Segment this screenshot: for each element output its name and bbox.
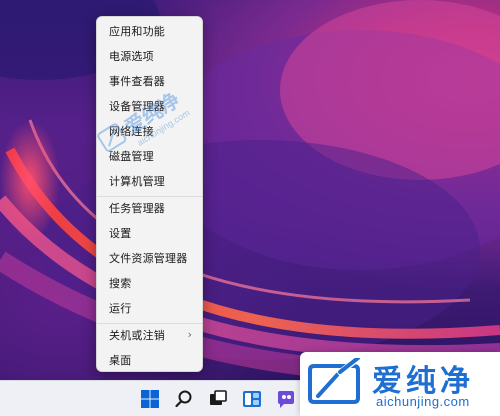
- menu-item-shutdown-signout[interactable]: 关机或注销 ›: [101, 324, 198, 346]
- menu-item-run[interactable]: 运行: [101, 297, 198, 319]
- menu-item-label: 设置: [109, 227, 132, 240]
- menu-item-task-manager[interactable]: 任务管理器: [101, 197, 198, 219]
- desktop-wallpaper: [0, 0, 500, 380]
- menu-item-label: 运行: [109, 302, 132, 315]
- menu-item-network-connections[interactable]: 网络连接: [101, 120, 198, 142]
- search-icon[interactable]: [172, 387, 196, 411]
- menu-item-search[interactable]: 搜索: [101, 272, 198, 294]
- menu-item-label: 应用和功能: [109, 25, 165, 38]
- menu-item-label: 设备管理器: [109, 100, 165, 113]
- menu-item-computer-management[interactable]: 计算机管理: [101, 170, 198, 192]
- menu-item-label: 桌面: [109, 354, 132, 367]
- task-view-icon[interactable]: [206, 387, 230, 411]
- logo-url: aichunjing.com: [376, 394, 470, 409]
- menu-item-label: 计算机管理: [109, 175, 165, 188]
- menu-item-label: 事件查看器: [109, 75, 165, 88]
- chat-icon[interactable]: [274, 387, 298, 411]
- start-context-menu: 应用和功能 电源选项 事件查看器 设备管理器 网络连接 磁盘管理 计算机管理 任…: [96, 16, 203, 372]
- menu-item-apps-features[interactable]: 应用和功能: [101, 20, 198, 42]
- wallpaper-bloom-graphic: [0, 0, 500, 380]
- menu-item-power-options[interactable]: 电源选项: [101, 45, 198, 67]
- menu-item-label: 磁盘管理: [109, 150, 154, 163]
- widgets-icon[interactable]: [240, 387, 264, 411]
- menu-item-settings[interactable]: 设置: [101, 222, 198, 244]
- menu-item-label: 任务管理器: [109, 202, 165, 215]
- menu-item-file-explorer[interactable]: 文件资源管理器: [101, 247, 198, 269]
- menu-item-desktop[interactable]: 桌面: [101, 349, 198, 371]
- menu-item-label: 文件资源管理器: [109, 252, 188, 265]
- menu-item-disk-management[interactable]: 磁盘管理: [101, 145, 198, 167]
- chevron-right-icon: ›: [187, 328, 192, 341]
- menu-item-event-viewer[interactable]: 事件查看器: [101, 70, 198, 92]
- brand-logo: 爱纯净 aichunjing.com: [300, 352, 500, 416]
- windows-start-icon[interactable]: [138, 387, 162, 411]
- menu-item-device-manager[interactable]: 设备管理器: [101, 95, 198, 117]
- logo-screen-icon: [308, 356, 364, 410]
- menu-item-label: 搜索: [109, 277, 132, 290]
- menu-item-label: 电源选项: [109, 50, 154, 63]
- menu-item-label: 关机或注销: [109, 329, 165, 342]
- menu-item-label: 网络连接: [109, 125, 154, 138]
